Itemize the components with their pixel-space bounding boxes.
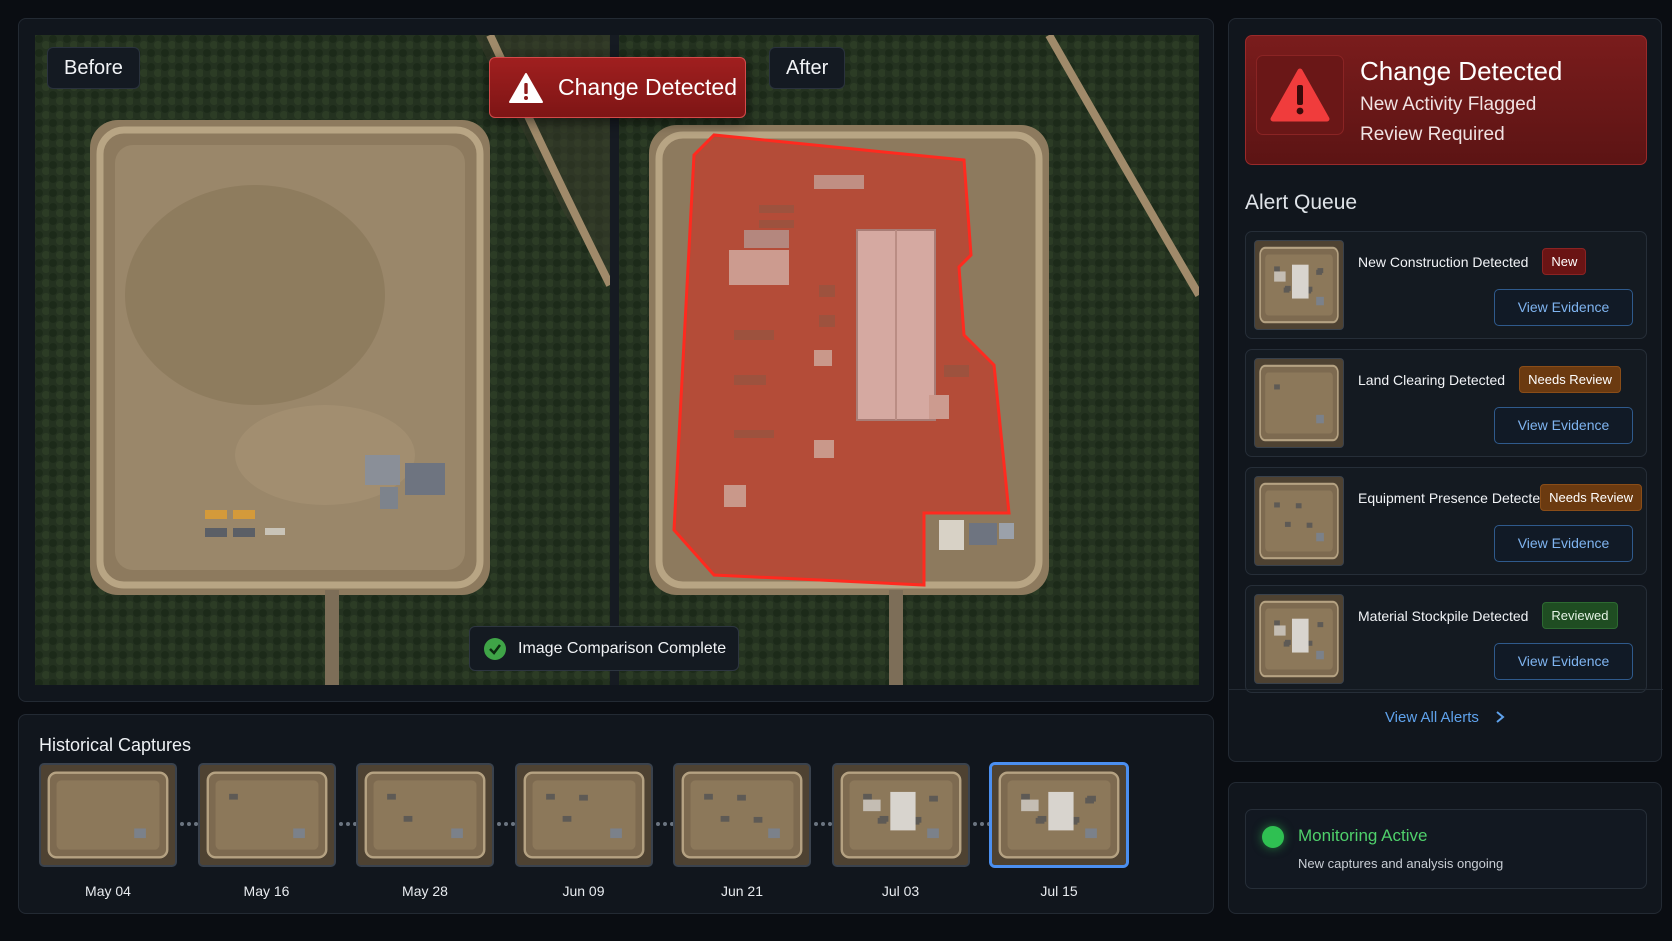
alert-title: New Construction Detected xyxy=(1358,254,1529,270)
alert-panel: Change Detected New Activity Flagged Rev… xyxy=(1228,18,1663,762)
status-dot-icon xyxy=(1262,826,1284,848)
status-badge: Reviewed xyxy=(1542,602,1618,629)
alert-title: Equipment Presence Detected xyxy=(1358,490,1548,506)
view-divider xyxy=(610,35,619,685)
alert-subtitle: New Activity Flagged xyxy=(1360,94,1537,115)
status-badge: Needs Review xyxy=(1519,366,1621,393)
alert-queue-item[interactable]: New Construction Detected New View Evidenc… xyxy=(1245,231,1647,339)
alert-queue-item[interactable]: Equipment Presence Detected Needs Review V… xyxy=(1245,467,1647,575)
historical-captures-panel: Historical Captures May 04 May 16 May 28 Ju… xyxy=(18,714,1214,914)
capture-date: May 16 xyxy=(243,883,290,899)
capture-date: Jun 21 xyxy=(720,883,764,899)
alert-thumbnail xyxy=(1254,476,1344,566)
check-circle-icon xyxy=(484,637,506,660)
capture-date: Jul 15 xyxy=(1040,883,1078,899)
capture-thumbnail[interactable] xyxy=(831,763,970,867)
capture-thumbnail[interactable] xyxy=(197,763,336,867)
alert-thumbnail xyxy=(1254,240,1344,330)
capture-date: Jun 09 xyxy=(562,883,605,899)
comparison-status: Image Comparison Complete xyxy=(469,626,739,671)
capture-date: May 04 xyxy=(85,883,131,899)
history-title: Historical Captures xyxy=(39,735,192,755)
status-badge: New xyxy=(1542,248,1587,275)
alert-icon-box xyxy=(1256,55,1344,135)
view-all-alerts-link[interactable]: View All Alerts xyxy=(1229,709,1663,726)
divider xyxy=(1229,689,1663,690)
alert-title: Material Stockpile Detected xyxy=(1358,608,1529,624)
change-detected-banner: Change Detected xyxy=(489,57,746,118)
capture-thumbnail[interactable] xyxy=(514,763,653,867)
monitoring-panel: Monitoring Active New captures and analy… xyxy=(1228,782,1662,914)
view-all-alerts-label: View All Alerts xyxy=(1384,709,1479,726)
alert-title: Land Clearing Detected xyxy=(1358,372,1506,388)
monitoring-status: Monitoring Active New captures and analy… xyxy=(1245,809,1647,889)
warning-triangle-icon xyxy=(509,72,543,103)
alert-queue-title: Alert Queue xyxy=(1245,191,1358,214)
capture-thumbnail[interactable] xyxy=(990,763,1128,867)
chevron-right-icon xyxy=(1496,711,1505,723)
capture-thumbnail[interactable] xyxy=(39,763,177,867)
capture-date: Jul 03 xyxy=(881,883,920,899)
alert-queue-item[interactable]: Material Stockpile Detected Reviewed View … xyxy=(1245,585,1647,693)
view-evidence-button[interactable]: View Evidence xyxy=(1494,407,1633,444)
status-badge: Needs Review xyxy=(1540,484,1642,511)
capture-date: May 28 xyxy=(402,883,448,899)
before-image xyxy=(35,35,610,685)
view-evidence-button[interactable]: View Evidence xyxy=(1494,525,1633,562)
alert-subtitle-2: Review Required xyxy=(1360,124,1505,145)
after-image xyxy=(619,35,1199,685)
comparison-status-text: Image Comparison Complete xyxy=(518,639,727,657)
alert-thumbnail xyxy=(1254,594,1344,684)
banner-text: Change Detected xyxy=(558,74,738,100)
capture-thumbnail[interactable] xyxy=(673,763,811,867)
view-evidence-button[interactable]: View Evidence xyxy=(1494,643,1633,680)
alert-queue-item[interactable]: Land Clearing Detected Needs Review View E… xyxy=(1245,349,1647,457)
comparison-panel: Before After Change Detected Image Compa… xyxy=(18,18,1214,702)
alert-title: Change Detected xyxy=(1360,56,1563,86)
view-evidence-button[interactable]: View Evidence xyxy=(1494,289,1633,326)
after-label: After xyxy=(769,47,846,89)
monitoring-subtitle: New captures and analysis ongoing xyxy=(1298,856,1504,871)
alert-thumbnail xyxy=(1254,358,1344,448)
before-label: Before xyxy=(47,47,140,89)
warning-triangle-icon xyxy=(1270,68,1330,122)
change-detected-alert: Change Detected New Activity Flagged Rev… xyxy=(1245,35,1647,165)
capture-thumbnail[interactable] xyxy=(356,763,494,867)
monitoring-title: Monitoring Active xyxy=(1298,826,1428,845)
